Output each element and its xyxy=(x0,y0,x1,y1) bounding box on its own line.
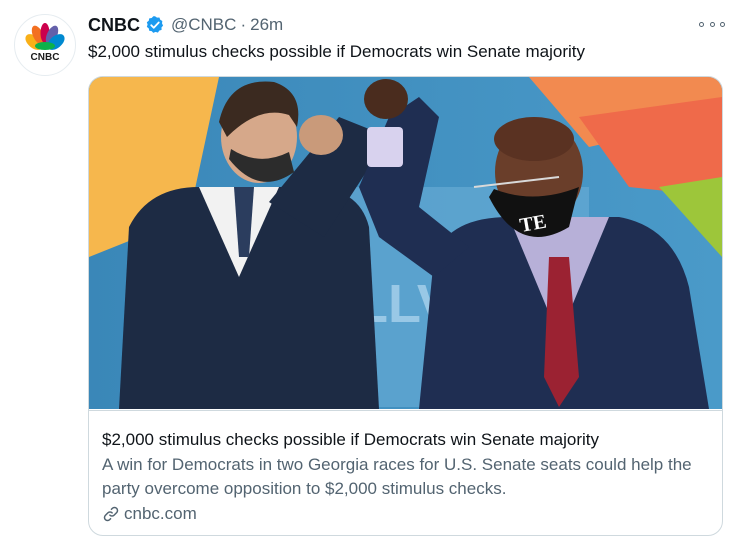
card-title[interactable]: $2,000 stimulus checks possible if Democ… xyxy=(102,429,599,451)
verified-badge-icon xyxy=(146,16,164,33)
tweet[interactable]: CNBC CNBC @CNBC · 26m $2,000 stimulus ch… xyxy=(0,0,743,550)
tweet-header: CNBC @CNBC · 26m xyxy=(88,13,283,37)
more-dot xyxy=(709,21,715,27)
author-name[interactable]: CNBC xyxy=(88,15,140,36)
link-card[interactable]: WILLVO TE $2,000 stimulus checks possibl… xyxy=(88,76,723,536)
cnbc-peacock-logo-icon: CNBC xyxy=(25,23,65,63)
card-body[interactable]: $2,000 stimulus checks possible if Democ… xyxy=(89,410,722,535)
more-dot xyxy=(699,21,704,27)
mask-text: TE xyxy=(518,211,548,237)
more-options-icon[interactable] xyxy=(699,14,725,34)
card-description: A win for Democrats in two Georgia races… xyxy=(102,455,692,498)
card-image[interactable]: WILLVO TE xyxy=(89,77,722,409)
separator-dot: · xyxy=(240,15,247,34)
more-dot xyxy=(720,21,725,27)
card-domain[interactable]: cnbc.com xyxy=(102,504,197,524)
author-handle[interactable]: @CNBC xyxy=(171,15,236,35)
card-domain-text: cnbc.com xyxy=(124,504,197,523)
tweet-text: $2,000 stimulus checks possible if Democ… xyxy=(88,42,585,61)
tweet-timestamp[interactable]: 26m xyxy=(250,15,283,35)
cnbc-avatar[interactable]: CNBC xyxy=(14,14,76,76)
cnbc-logo-text: CNBC xyxy=(31,52,60,63)
link-icon xyxy=(103,506,119,522)
